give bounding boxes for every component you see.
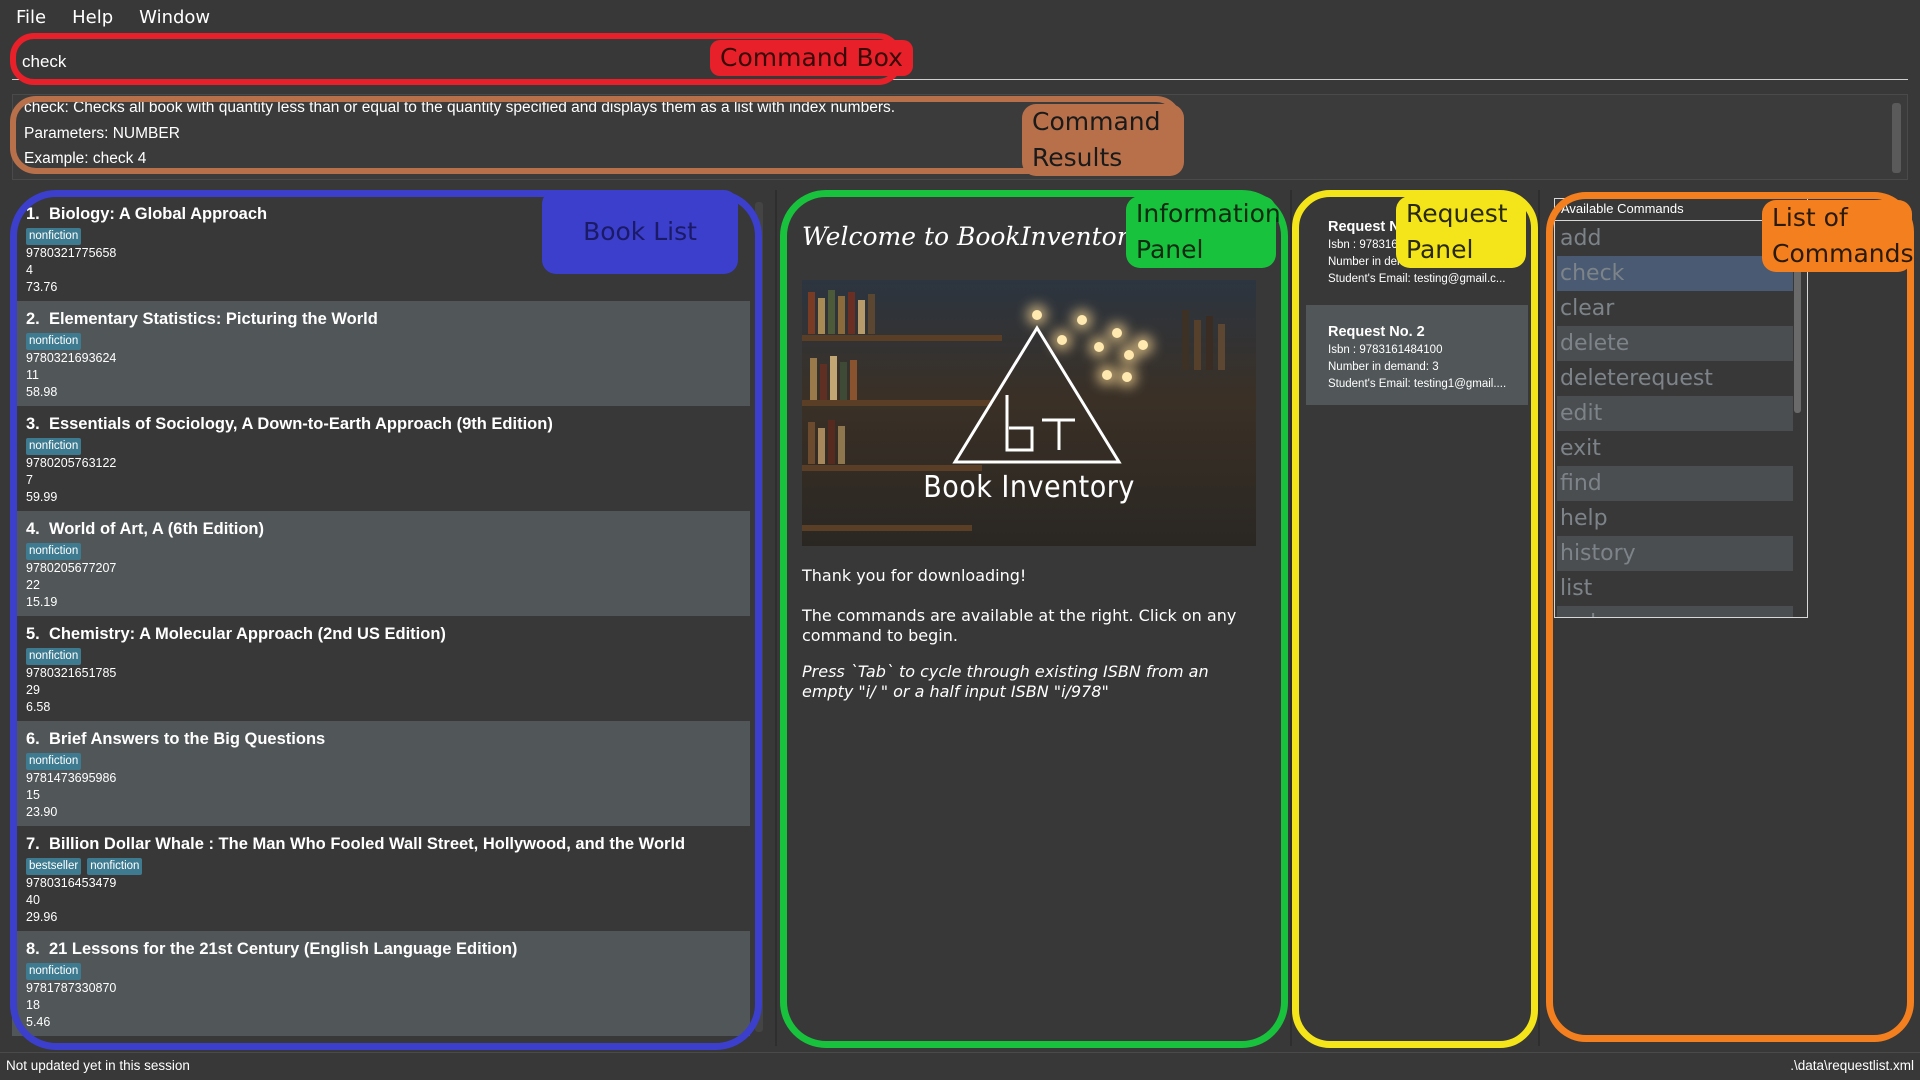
sync-status: Not updated yet in this session [6, 1058, 190, 1073]
annotation-frame-book-list [10, 190, 762, 1050]
annotation-frame-information-panel [780, 190, 1288, 1048]
annotation-label-book-list: Book List [542, 190, 738, 274]
result-scrollbar[interactable] [1892, 103, 1901, 173]
annotation-label-information-panel: Information Panel [1126, 196, 1281, 268]
menu-file[interactable]: File [12, 7, 50, 28]
annotation-label-command-results: Command Results [1022, 104, 1184, 176]
annotation-label-list-of-commands: List of Commands [1762, 200, 1914, 272]
status-bar: Not updated yet in this session .\data\r… [0, 1052, 1920, 1080]
annotation-label-request-panel: Request Panel [1396, 196, 1526, 268]
annotation-frame-command-results [10, 96, 1182, 174]
annotation-label-command-box: Command Box [710, 40, 913, 76]
menu-help[interactable]: Help [68, 7, 117, 28]
panel-divider[interactable] [775, 190, 777, 1046]
panel-divider[interactable] [1538, 190, 1540, 1046]
annotation-frame-list-of-commands [1546, 192, 1914, 1042]
menu-window[interactable]: Window [135, 7, 214, 28]
annotation-frame-request-panel [1292, 190, 1538, 1048]
menu-bar: File Help Window [0, 0, 1920, 35]
save-location: .\data\requestlist.xml [1790, 1058, 1914, 1073]
